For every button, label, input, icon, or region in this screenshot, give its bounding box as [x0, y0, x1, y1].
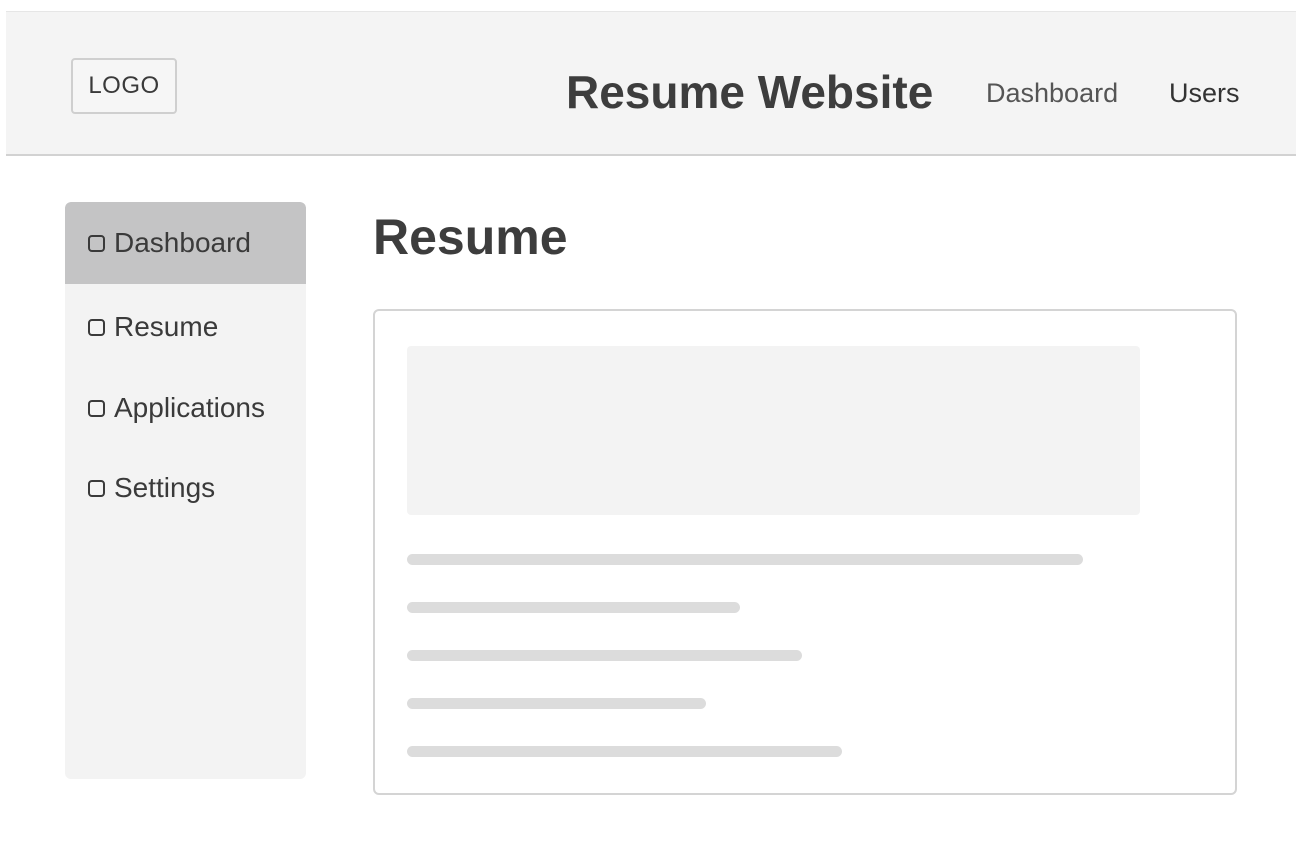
- square-icon: [88, 479, 105, 497]
- sidebar-item-label: Settings: [114, 472, 216, 503]
- square-icon: [88, 234, 105, 252]
- sidebar-item-label: Dashboard: [114, 227, 251, 258]
- square-icon: [88, 399, 105, 417]
- text-placeholder-line: [407, 746, 842, 757]
- resume-card: [373, 309, 1237, 795]
- text-placeholder-line: [407, 698, 706, 709]
- square-icon: [88, 318, 105, 336]
- page: LOGO Resume Website Dashboard Users Dash…: [0, 0, 1296, 867]
- sidebar-item-dashboard[interactable]: Dashboard: [65, 202, 306, 284]
- top-nav-dashboard[interactable]: Dashboard: [986, 80, 1118, 107]
- sidebar-item-settings[interactable]: Settings: [65, 447, 306, 529]
- text-placeholder-line: [407, 554, 1083, 565]
- sidebar-item-label: Resume: [114, 311, 219, 342]
- image-placeholder: [407, 346, 1140, 515]
- sidebar: Dashboard Resume Applications Settings: [65, 202, 306, 779]
- top-nav-users[interactable]: Users: [1169, 80, 1240, 107]
- top-header: LOGO Resume Website Dashboard Users: [6, 11, 1296, 156]
- sidebar-item-applications[interactable]: Applications: [65, 367, 306, 449]
- logo[interactable]: LOGO: [71, 58, 177, 114]
- page-title: Resume: [373, 209, 568, 265]
- site-title: Resume Website: [566, 66, 934, 118]
- sidebar-item-resume[interactable]: Resume: [65, 286, 306, 368]
- text-placeholder-line: [407, 650, 802, 661]
- sidebar-item-label: Applications: [114, 392, 265, 423]
- text-placeholder-line: [407, 602, 740, 613]
